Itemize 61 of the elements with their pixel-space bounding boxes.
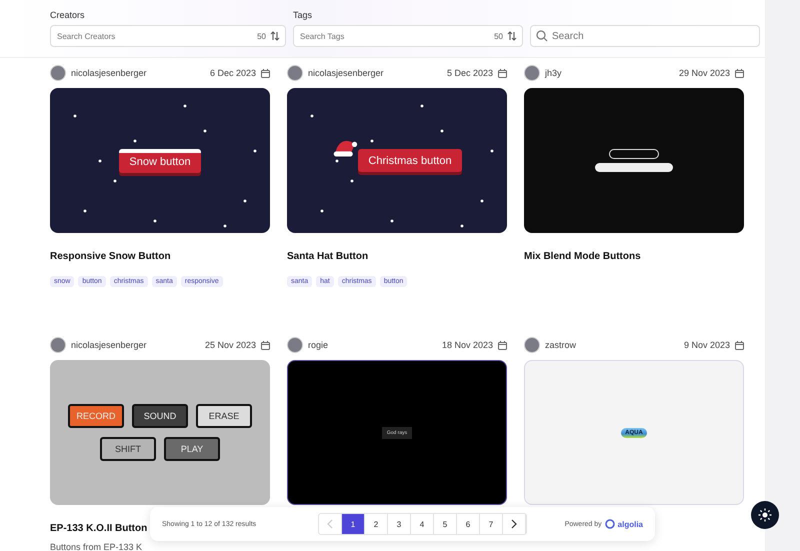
sort-icon[interactable] [270, 31, 280, 41]
avatar [50, 337, 66, 353]
theme-toggle-button[interactable] [751, 501, 779, 529]
card-title[interactable]: EP-133 K.O.II Button [50, 523, 148, 534]
filter-label: Tags [293, 10, 314, 22]
card-description: Buttons from EP-133 K [50, 542, 142, 551]
chevron-right-icon [511, 519, 517, 529]
page-button[interactable]: 6 [457, 514, 480, 534]
sun-icon [758, 508, 772, 522]
date-label: 29 Nov 2023 [678, 68, 730, 78]
page-button[interactable]: 4 [411, 514, 434, 534]
author-name[interactable]: nicolasjesenberger [71, 68, 205, 78]
sort-icon[interactable] [507, 31, 517, 41]
demo-button[interactable] [595, 163, 673, 172]
avatar [287, 65, 303, 81]
author-name[interactable]: zastrow [545, 340, 679, 350]
calendar-icon [261, 68, 270, 78]
author-name[interactable]: jh3y [545, 68, 674, 78]
filter-label: Creators [50, 10, 86, 22]
page-button[interactable]: 7 [480, 514, 503, 534]
count-label: 50 [257, 32, 266, 40]
page-button[interactable]: 5 [434, 514, 457, 534]
key-button[interactable]: SOUND [132, 404, 188, 428]
count-label: 50 [494, 32, 503, 40]
date-label: 5 Dec 2023 [446, 68, 493, 78]
key-button[interactable]: SHIFT [100, 437, 156, 461]
avatar [524, 337, 540, 353]
card-title[interactable]: Mix Blend Mode Buttons [524, 251, 641, 262]
calendar-icon [735, 68, 744, 78]
card-title[interactable]: Santa Hat Button [287, 251, 368, 262]
preview-panel[interactable]: RECORD SOUND ERASE SHIFT PLAY [50, 360, 270, 505]
calendar-icon [498, 68, 507, 78]
preview-panel[interactable]: Snow button [50, 88, 270, 233]
search-icon [536, 30, 548, 42]
date-label: 9 Nov 2023 [684, 340, 730, 350]
algolia-logo-icon [604, 519, 615, 529]
key-button[interactable]: PLAY [164, 437, 220, 461]
author-name[interactable]: nicolasjesenberger [71, 340, 200, 350]
date-label: 6 Dec 2023 [210, 68, 256, 78]
brand-label[interactable]: algolia [618, 520, 643, 528]
demo-button[interactable] [609, 149, 659, 159]
calendar-icon [498, 340, 507, 350]
page-button[interactable]: 1 [342, 514, 365, 534]
calendar-icon [261, 340, 270, 350]
author-name[interactable]: nicolasjesenberger [308, 68, 442, 78]
date-label: 25 Nov 2023 [204, 340, 256, 350]
page-button[interactable]: 3 [388, 514, 411, 534]
avatar [524, 65, 540, 81]
calendar-icon [735, 340, 744, 350]
key-button[interactable]: ERASE [196, 404, 252, 428]
date-label: 18 Nov 2023 [442, 340, 493, 350]
chevron-left-icon [327, 519, 333, 529]
preview-panel[interactable]: Christmas button [287, 88, 507, 233]
card-title[interactable]: Responsive Snow Button [50, 251, 171, 262]
author-name[interactable]: rogie [308, 340, 437, 350]
avatar [50, 65, 66, 81]
page-button[interactable]: 2 [365, 514, 388, 534]
preview-panel[interactable] [524, 88, 744, 233]
search-field[interactable]: Search [530, 25, 760, 47]
demo-button[interactable]: Christmas button [358, 149, 462, 172]
avatar [287, 337, 303, 353]
